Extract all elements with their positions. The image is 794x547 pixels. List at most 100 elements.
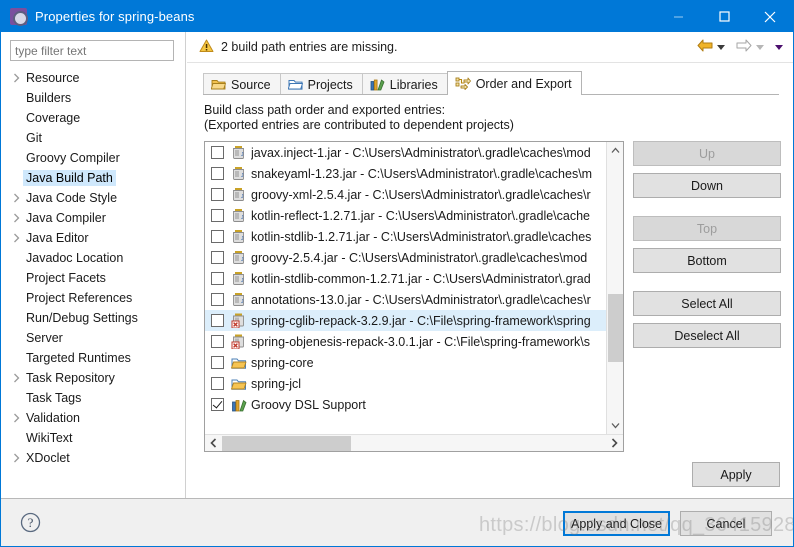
sidebar-item-java-editor[interactable]: Java Editor [1,228,185,248]
entry-export-checkbox[interactable] [211,188,224,201]
entry-export-checkbox[interactable] [211,167,224,180]
table-row[interactable]: spring-cglib-repack-3.2.9.jar - C:\File\… [205,310,607,331]
table-row[interactable]: J kotlin-stdlib-common-1.2.71.jar - C:\U… [205,268,607,289]
forward-group[interactable] [736,39,764,55]
bottom-button[interactable]: Bottom [633,248,781,273]
chevron-right-icon[interactable] [9,188,23,208]
list-vertical-scrollbar[interactable] [606,142,623,434]
jar-icon: J [231,229,247,245]
down-button[interactable]: Down [633,173,781,198]
project-folder-icon [231,355,247,371]
help-icon[interactable]: ? [20,512,41,533]
sidebar-item-validation[interactable]: Validation [1,408,185,428]
sidebar-item-run-debug-settings[interactable]: Run/Debug Settings [1,308,185,328]
entry-export-checkbox[interactable] [211,230,224,243]
scroll-down-icon[interactable] [607,417,623,434]
sidebar-item-coverage[interactable]: Coverage [1,108,185,128]
forward-history-caret[interactable] [756,44,764,50]
back-arrow-icon[interactable] [697,39,713,55]
scroll-right-icon[interactable] [606,435,623,452]
entry-export-checkbox[interactable] [211,209,224,222]
entry-label: Groovy DSL Support [251,397,366,412]
classpath-order-list[interactable]: J javax.inject-1.jar - C:\Users\Administ… [204,141,624,452]
entry-export-checkbox[interactable] [211,356,224,369]
select-all-button[interactable]: Select All [633,291,781,316]
table-row[interactable]: Groovy DSL Support [205,394,607,415]
sidebar-item-javadoc-location[interactable]: Javadoc Location [1,248,185,268]
table-row[interactable]: spring-jcl [205,373,607,394]
sidebar-item-project-facets[interactable]: Project Facets [1,268,185,288]
horizontal-scroll-thumb[interactable] [222,436,351,451]
entry-export-checkbox[interactable] [211,272,224,285]
sidebar-item-targeted-runtimes[interactable]: Targeted Runtimes [1,348,185,368]
table-row[interactable]: J groovy-xml-2.5.4.jar - C:\Users\Admini… [205,184,607,205]
list-horizontal-scrollbar[interactable] [205,434,623,451]
settings-tree-pane: Resource Builders Coverage Git Groovy Compil… [1,32,186,546]
back-group[interactable] [697,39,725,55]
up-button: Up [633,141,781,166]
table-row[interactable]: J javax.inject-1.jar - C:\Users\Administ… [205,142,607,163]
sidebar-item-label: Java Build Path [23,170,116,186]
chevron-right-icon[interactable] [9,228,23,248]
sidebar-item-git[interactable]: Git [1,128,185,148]
entry-export-checkbox[interactable] [211,293,224,306]
tab-projects[interactable]: Projects [279,73,363,95]
forward-arrow-icon[interactable] [736,39,752,55]
classpath-entries: J javax.inject-1.jar - C:\Users\Administ… [205,142,607,434]
table-row[interactable]: J groovy-2.5.4.jar - C:\Users\Administra… [205,247,607,268]
minimize-button[interactable] [655,1,701,32]
chevron-right-icon[interactable] [9,208,23,228]
sidebar-item-label: Groovy Compiler [26,151,120,165]
sidebar-item-java-compiler[interactable]: Java Compiler [1,208,185,228]
sidebar-item-server[interactable]: Server [1,328,185,348]
entry-label: snakeyaml-1.23.jar - C:\Users\Administra… [251,166,593,181]
chevron-right-icon[interactable] [9,368,23,388]
back-history-caret[interactable] [717,44,725,50]
maximize-button[interactable] [701,1,747,32]
entry-label: kotlin-stdlib-common-1.2.71.jar - C:\Use… [251,271,591,286]
entry-export-checkbox[interactable] [211,314,224,327]
sidebar-item-java-code-style[interactable]: Java Code Style [1,188,185,208]
sidebar-item-project-references[interactable]: Project References [1,288,185,308]
deselect-all-button[interactable]: Deselect All [633,323,781,348]
table-row[interactable]: J annotations-13.0.jar - C:\Users\Admini… [205,289,607,310]
tab-source[interactable]: Source [203,73,281,95]
table-row[interactable]: J kotlin-stdlib-1.2.71.jar - C:\Users\Ad… [205,226,607,247]
chevron-right-icon[interactable] [9,448,23,468]
table-row[interactable]: J kotlin-reflect-1.2.71.jar - C:\Users\A… [205,205,607,226]
table-row[interactable]: J snakeyaml-1.23.jar - C:\Users\Administ… [205,163,607,184]
close-button[interactable] [747,1,793,32]
apply-button[interactable]: Apply [692,462,780,487]
tab-label: Projects [307,77,353,92]
filter-input[interactable] [10,40,174,61]
scroll-up-icon[interactable] [607,142,623,159]
cancel-button[interactable]: Cancel [680,511,772,536]
sidebar-item-task-repository[interactable]: Task Repository [1,368,185,388]
tab-libraries[interactable]: Libraries [361,73,448,95]
scroll-left-icon[interactable] [205,435,222,452]
vertical-scroll-thumb[interactable] [608,294,623,362]
sidebar-item-java-build-path[interactable]: Java Build Path [1,168,185,188]
sidebar-item-builders[interactable]: Builders [1,88,185,108]
sidebar-item-wikitext[interactable]: WikiText [1,428,185,448]
tab-order-and-export[interactable]: Order and Export [446,71,582,95]
sidebar-item-task-tags[interactable]: Task Tags [1,388,185,408]
sidebar-item-xdoclet[interactable]: XDoclet [1,448,185,468]
entry-export-checkbox[interactable] [211,146,224,159]
table-row[interactable]: spring-core [205,352,607,373]
page-menu-caret[interactable] [775,44,783,50]
entry-export-checkbox[interactable] [211,335,224,348]
entry-export-checkbox[interactable] [211,398,224,411]
sidebar-item-resource[interactable]: Resource [1,68,185,88]
sidebar-item-groovy-compiler[interactable]: Groovy Compiler [1,148,185,168]
entry-export-checkbox[interactable] [211,251,224,264]
entry-label: spring-objenesis-repack-3.0.1.jar - C:\F… [251,334,591,349]
chevron-right-icon[interactable] [9,408,23,428]
table-row[interactable]: spring-objenesis-repack-3.0.1.jar - C:\F… [205,331,607,352]
chevron-right-icon[interactable] [9,68,23,88]
apply-and-close-button[interactable]: Apply and Close [563,511,670,536]
entry-export-checkbox[interactable] [211,377,224,390]
